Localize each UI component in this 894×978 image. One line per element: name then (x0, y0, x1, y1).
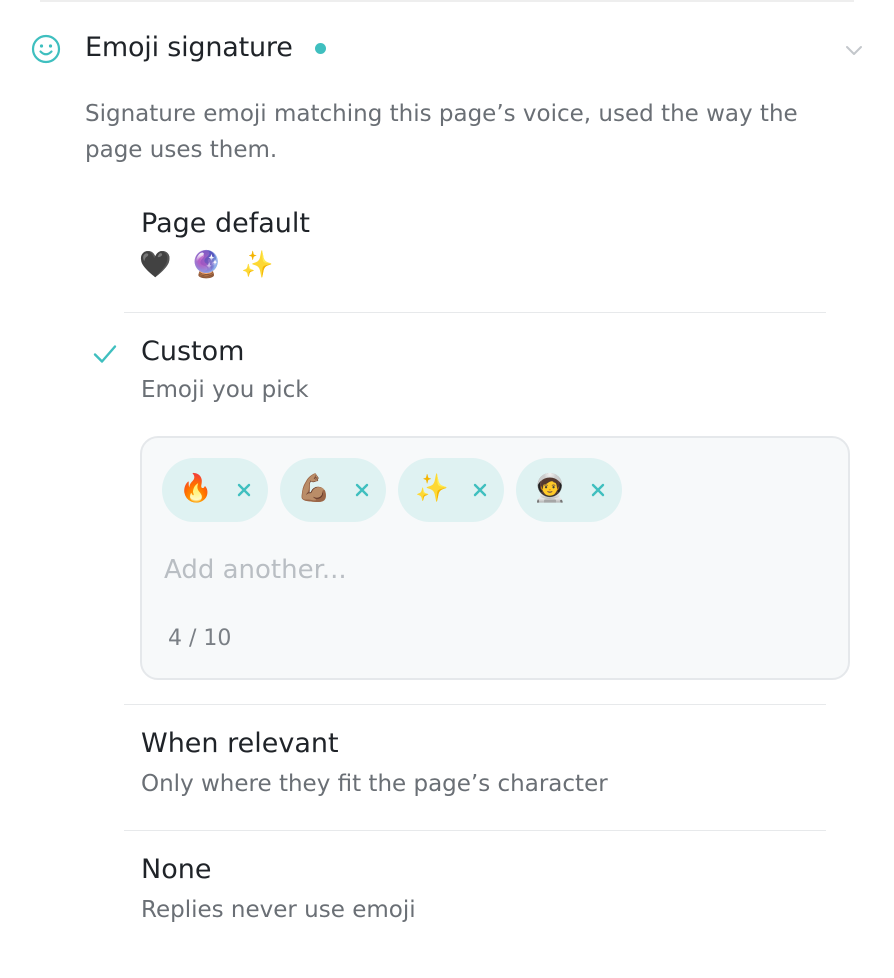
emoji-chip: 🔥 (162, 458, 268, 522)
section-description: Signature emoji matching this page’s voi… (85, 101, 798, 163)
smile-icon (31, 34, 61, 64)
chevron-down-icon[interactable] (842, 38, 866, 62)
chip-emoji: 💪🏽 (297, 473, 331, 504)
custom-emoji-picker: 🔥 💪🏽 ✨ 🧑‍🚀 4 / 10 (140, 436, 850, 680)
emoji-chip: 🧑‍🚀 (516, 458, 622, 522)
option-description: Only where they fit the page’s character (141, 771, 608, 797)
emoji-chip: ✨ (398, 458, 504, 522)
section-header[interactable]: Emoji signature (30, 30, 870, 70)
section-title: Emoji signature (85, 32, 293, 63)
option-divider (124, 312, 826, 313)
chip-emoji: 🧑‍🚀 (533, 473, 567, 504)
option-description: Replies never use emoji (141, 897, 416, 923)
close-icon[interactable] (234, 480, 254, 500)
chip-emoji: 🔥 (179, 473, 213, 504)
close-icon[interactable] (352, 480, 372, 500)
emoji-chip: 💪🏽 (280, 458, 386, 522)
option-description: Emoji you pick (141, 377, 309, 403)
option-label: Page default (141, 208, 310, 239)
add-emoji-input[interactable] (164, 550, 804, 590)
option-label: When relevant (141, 728, 339, 759)
default-emoji: ✨ (241, 250, 274, 280)
checkmark-icon (93, 345, 117, 363)
default-emoji: 🖤 (139, 250, 172, 280)
option-label: Custom (141, 336, 245, 367)
status-dot (315, 43, 326, 54)
option-divider (124, 704, 826, 705)
option-divider (124, 830, 826, 831)
top-divider (40, 0, 854, 2)
default-emoji-list: 🖤 🔮 ✨ (139, 250, 292, 280)
option-label: None (141, 854, 212, 885)
emoji-counter: 4 / 10 (168, 626, 232, 651)
close-icon[interactable] (588, 480, 608, 500)
chip-emoji: ✨ (415, 473, 449, 504)
default-emoji: 🔮 (190, 250, 223, 280)
close-icon[interactable] (470, 480, 490, 500)
